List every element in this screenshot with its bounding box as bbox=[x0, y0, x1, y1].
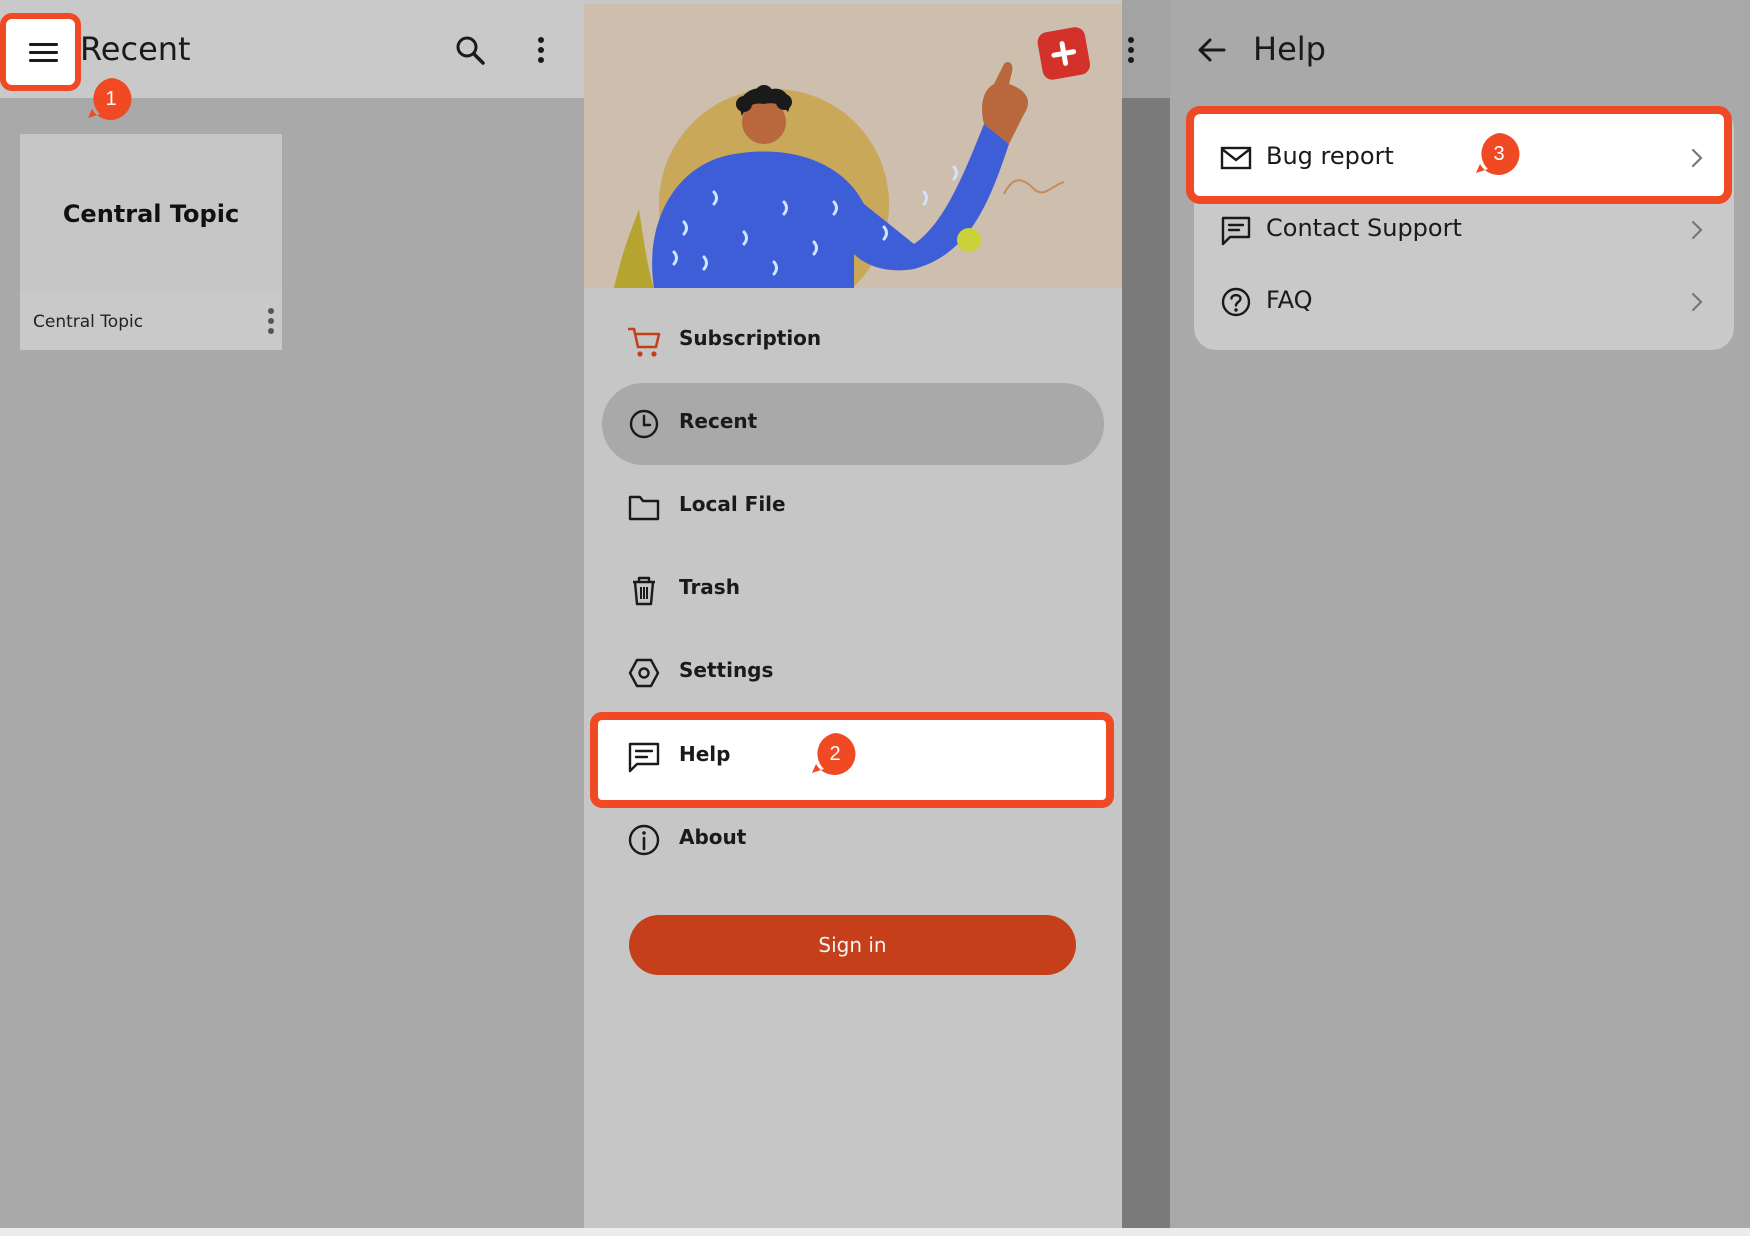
sign-in-button[interactable]: Sign in bbox=[629, 915, 1076, 975]
folder-icon bbox=[628, 495, 660, 521]
card-thumbnail-title: Central Topic bbox=[62, 200, 240, 228]
drawer-item-settings[interactable]: Settings bbox=[602, 632, 1104, 714]
card-more-icon[interactable] bbox=[261, 304, 281, 338]
hamburger-menu-icon-line bbox=[29, 59, 58, 62]
step-badge-2: 2 bbox=[812, 731, 858, 777]
step-number: 3 bbox=[1493, 143, 1505, 165]
chevron-right-icon bbox=[1691, 292, 1703, 312]
drawer-item-label: About bbox=[679, 825, 747, 849]
step-number: 2 bbox=[829, 743, 841, 765]
step-number: 1 bbox=[105, 88, 117, 110]
drawer-item-about[interactable]: About bbox=[602, 799, 1104, 881]
bottom-strip bbox=[0, 1228, 1750, 1236]
help-item-contact-support[interactable]: Contact Support bbox=[1194, 195, 1734, 265]
drawer-scrim[interactable] bbox=[1122, 0, 1170, 1228]
help-item-label: FAQ bbox=[1266, 286, 1313, 314]
chat-icon bbox=[1221, 216, 1251, 246]
help-item-faq[interactable]: FAQ bbox=[1194, 267, 1734, 337]
more-options-icon bbox=[1128, 37, 1134, 63]
drawer-item-label: Trash bbox=[679, 575, 740, 599]
search-icon[interactable] bbox=[454, 34, 486, 66]
cart-icon bbox=[628, 327, 661, 357]
page-title: Help bbox=[1253, 30, 1326, 68]
drawer-item-label: Settings bbox=[679, 658, 774, 682]
trash-icon bbox=[633, 576, 655, 606]
hamburger-menu-icon bbox=[29, 43, 58, 46]
drawer-item-label: Subscription bbox=[679, 326, 822, 350]
card-file-name: Central Topic bbox=[33, 312, 144, 332]
drawer-item-label: Local File bbox=[679, 492, 786, 516]
step-badge-1: 1 bbox=[88, 76, 134, 122]
question-icon bbox=[1221, 287, 1251, 317]
help-item-bug-report[interactable]: Bug report bbox=[1194, 123, 1734, 193]
chevron-right-icon bbox=[1691, 148, 1703, 168]
chat-icon bbox=[628, 742, 660, 773]
drawer-item-local-file[interactable]: Local File bbox=[602, 466, 1104, 548]
menu-button[interactable] bbox=[0, 13, 81, 91]
file-card[interactable]: Central Topic Central Topic bbox=[20, 134, 282, 350]
info-icon bbox=[628, 824, 660, 856]
drawer-item-recent[interactable]: Recent bbox=[602, 383, 1104, 465]
page-title: Recent bbox=[80, 30, 191, 68]
drawer-item-label: Help bbox=[679, 742, 731, 766]
chevron-right-icon bbox=[1691, 220, 1703, 240]
help-item-label: Bug report bbox=[1266, 142, 1394, 170]
more-options-icon[interactable] bbox=[531, 34, 551, 66]
step-badge-3: 3 bbox=[1476, 131, 1522, 177]
mail-icon bbox=[1220, 146, 1252, 170]
clock-icon bbox=[629, 409, 659, 439]
drawer-item-trash[interactable]: Trash bbox=[602, 549, 1104, 631]
drawer-item-label: Recent bbox=[679, 409, 758, 433]
hamburger-menu-icon-line bbox=[29, 51, 58, 54]
drawer-hero-illustration bbox=[584, 4, 1122, 288]
drawer-item-subscription[interactable]: Subscription bbox=[602, 300, 1104, 382]
settings-icon bbox=[628, 658, 660, 688]
help-item-label: Contact Support bbox=[1266, 214, 1462, 242]
back-arrow-icon[interactable] bbox=[1196, 34, 1228, 66]
